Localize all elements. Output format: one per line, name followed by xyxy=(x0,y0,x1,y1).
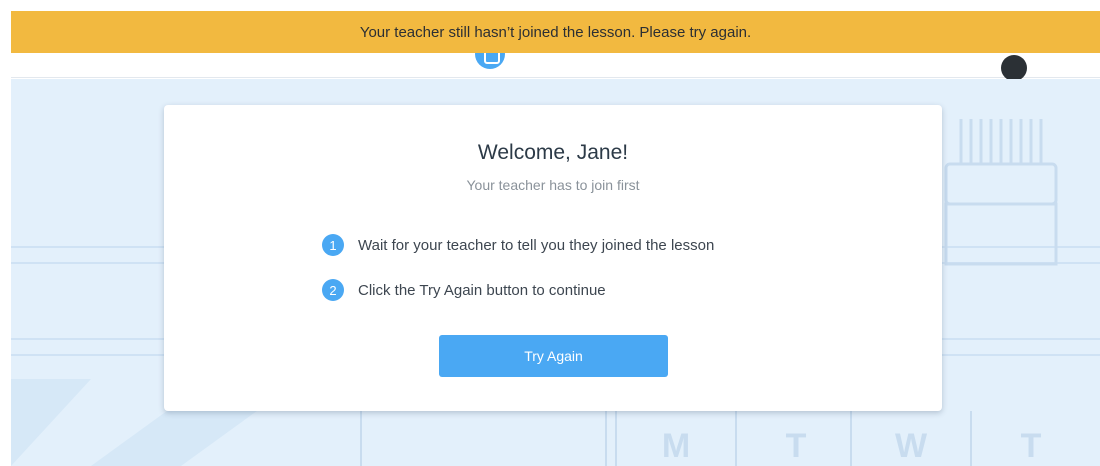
step-text: Click the Try Again button to continue xyxy=(358,281,606,299)
calendar-day-m: M xyxy=(662,427,690,465)
classroom-background: M T W T Welcome, Jane! Your teacher has … xyxy=(11,79,1100,466)
calendar-day-t2: T xyxy=(1021,427,1042,465)
banner-message: Your teacher still hasn’t joined the les… xyxy=(359,23,752,41)
step-item: 1 Wait for your teacher to tell you they… xyxy=(322,234,714,256)
app-window: M T W T Welcome, Jane! Your teacher has … xyxy=(11,11,1100,466)
welcome-card: Welcome, Jane! Your teacher has to join … xyxy=(164,105,942,411)
try-again-button[interactable]: Try Again xyxy=(439,335,668,377)
calendar-day-w: W xyxy=(895,427,928,465)
step-number-badge: 2 xyxy=(322,279,344,301)
step-text: Wait for your teacher to tell you they j… xyxy=(358,236,715,254)
step-item: 2 Click the Try Again button to continue xyxy=(322,279,606,301)
calendar-day-t: T xyxy=(786,427,807,465)
welcome-title: Welcome, Jane! xyxy=(477,141,629,164)
step-number-badge: 1 xyxy=(322,234,344,256)
welcome-subtitle: Your teacher has to join first xyxy=(466,177,640,193)
notification-banner: Your teacher still hasn’t joined the les… xyxy=(11,11,1100,53)
user-avatar[interactable] xyxy=(1001,55,1027,81)
